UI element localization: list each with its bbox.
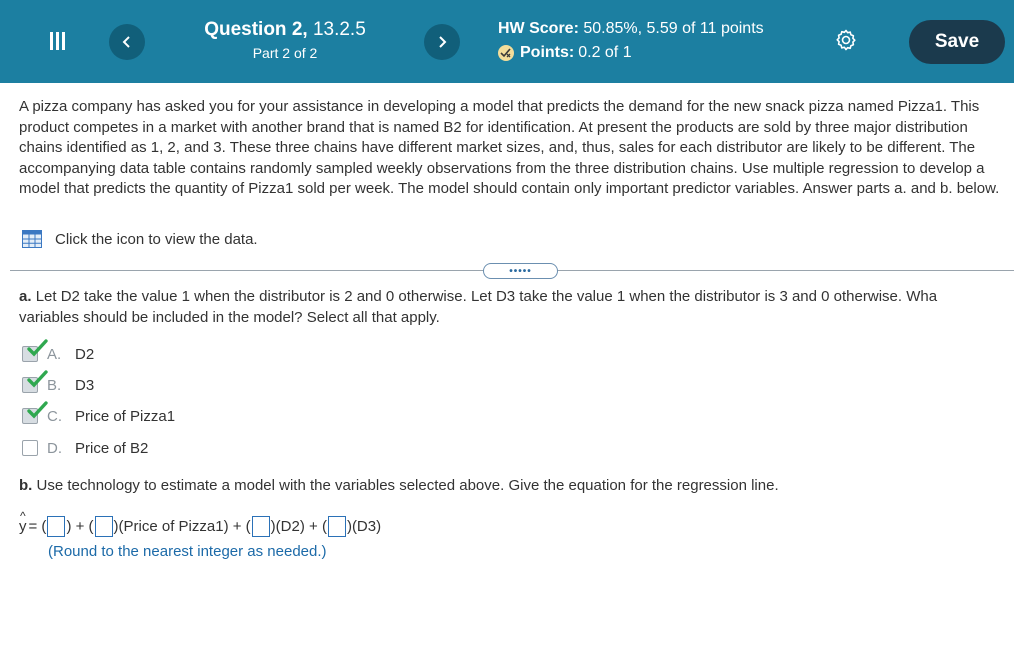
question-title: Question 2, 13.2.5 — [204, 19, 366, 40]
regression-equation: ^ y = ( ) + ( ) (Price of Pizza1) + ( ) (D2… — [19, 509, 382, 537]
d2-coefficient-input[interactable] — [251, 516, 270, 537]
part-indicator: Part 2 of 2 — [252, 45, 318, 61]
previous-question-button[interactable] — [109, 24, 145, 60]
option-d-price-b2[interactable]: D. Price of B2 — [22, 438, 148, 458]
chevron-right-icon — [439, 36, 447, 48]
expand-toggle-button[interactable]: ••••• — [483, 263, 558, 279]
top-bar: Question 2, 13.2.5 Part 2 of 2 HW Score:… — [0, 0, 1014, 83]
d3-coefficient-input[interactable] — [327, 516, 346, 537]
checkbox-unchecked[interactable] — [22, 440, 38, 456]
checkbox-checked[interactable] — [22, 401, 48, 424]
intercept-input[interactable] — [47, 516, 66, 537]
checkbox-checked[interactable] — [22, 339, 48, 362]
view-data-label[interactable]: Click the icon to view the data. — [55, 231, 258, 248]
menu-icon[interactable] — [50, 32, 66, 50]
data-table-icon[interactable] — [22, 230, 42, 248]
chevron-left-icon — [122, 36, 130, 48]
green-check-icon — [27, 401, 48, 419]
price-pizza1-coefficient-input[interactable] — [94, 516, 113, 537]
option-c-price-pizza1[interactable]: C. Price of Pizza1 — [22, 401, 175, 426]
partial-credit-icon — [498, 45, 514, 61]
view-data-link[interactable]: Click the icon to view the data. — [22, 230, 258, 248]
y-hat-symbol: ^ y — [19, 509, 27, 535]
green-check-icon — [27, 370, 48, 388]
checkbox-checked[interactable] — [22, 370, 48, 393]
green-check-icon — [27, 339, 48, 357]
option-b-d3[interactable]: B. D3 — [22, 370, 94, 395]
part-b-question: b. Use technology to estimate a model wi… — [19, 477, 779, 494]
part-a-question: a. Let D2 take the value 1 when the dist… — [19, 288, 938, 326]
settings-gear-icon[interactable] — [834, 28, 858, 52]
save-button[interactable]: Save — [909, 20, 1005, 64]
points-status: Points: 0.2 of 1 — [498, 44, 632, 62]
hw-score: HW Score: 50.85%, 5.59 of 11 points — [498, 20, 764, 37]
problem-statement: A pizza company has asked you for your a… — [19, 98, 1000, 197]
rounding-instruction: (Round to the nearest integer as needed.… — [48, 543, 327, 560]
option-a-d2[interactable]: A. D2 — [22, 339, 94, 364]
next-question-button[interactable] — [424, 24, 460, 60]
